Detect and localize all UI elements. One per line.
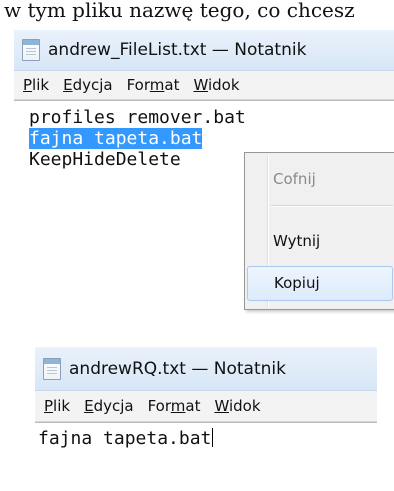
menu-bar: Plik Edycja Format Widok: [14, 71, 394, 100]
context-menu-undo[interactable]: Cofnij: [247, 163, 393, 196]
menu-file[interactable]: Plik: [35, 397, 77, 415]
text-line-selected: fajna tapeta.bat: [29, 128, 394, 149]
text-line: profiles remover.bat: [29, 107, 246, 128]
title-bar[interactable]: andrew_FileList.txt — Notatnik: [14, 30, 394, 71]
menu-file[interactable]: Plik: [14, 76, 56, 94]
notepad-icon: [43, 357, 61, 380]
context-menu-separator: [271, 205, 393, 207]
menu-edit[interactable]: Edycja: [77, 397, 141, 415]
notepad-icon: [22, 39, 40, 61]
title-bar[interactable]: andrewRQ.txt — Notatnik: [35, 347, 377, 391]
menu-format[interactable]: Format: [141, 397, 208, 415]
window-title: andrew_FileList.txt — Notatnik: [48, 40, 307, 60]
context-menu-copy[interactable]: Kopiuj: [247, 266, 393, 301]
context-menu-cut[interactable]: Wytnij: [247, 225, 393, 258]
window-title: andrewRQ.txt — Notatnik: [69, 358, 286, 379]
context-menu: Cofnij Wytnij Kopiuj: [244, 152, 394, 310]
text-selection[interactable]: fajna tapeta.bat: [29, 128, 203, 149]
text-caret: [212, 428, 214, 447]
instruction-caption: w tym pliku nazwę tego, co chcesz: [4, 0, 355, 22]
menu-bar: Plik Edycja Format Widok: [35, 391, 377, 422]
menu-view[interactable]: Widok: [207, 397, 267, 415]
menu-view[interactable]: Widok: [186, 76, 246, 94]
menu-edit[interactable]: Edycja: [56, 76, 120, 94]
text-line: fajna tapeta.bat: [38, 428, 214, 449]
menu-format[interactable]: Format: [120, 76, 187, 94]
notepad-window-rq: andrewRQ.txt — Notatnik Plik Edycja Form…: [35, 347, 377, 464]
text-editor-area[interactable]: fajna tapeta.bat: [35, 422, 377, 464]
